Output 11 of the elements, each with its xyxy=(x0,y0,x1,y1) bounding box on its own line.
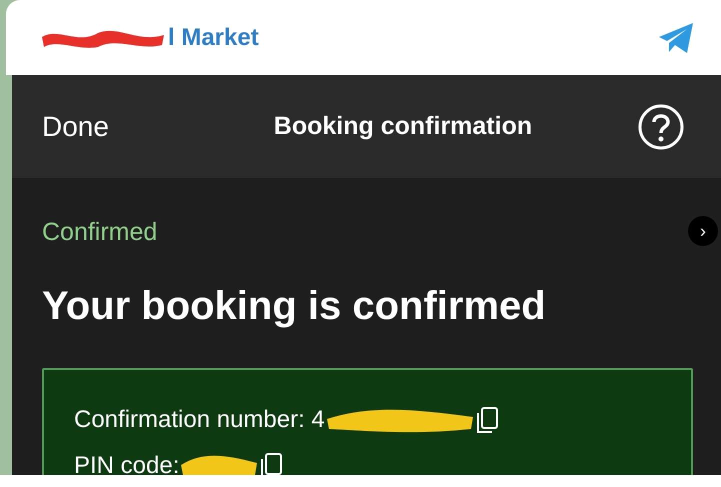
headline: Your booking is confirmed xyxy=(42,282,547,330)
nav-title: Booking confirmation xyxy=(274,110,532,142)
help-icon[interactable] xyxy=(636,102,685,150)
chat-title: l Market xyxy=(168,22,259,52)
status-label: Confirmed xyxy=(42,217,158,248)
copy-icon[interactable] xyxy=(259,452,284,475)
copy-icon[interactable] xyxy=(474,406,499,434)
detail-label: Confirmation number: 4 xyxy=(74,404,325,434)
send-icon[interactable] xyxy=(657,20,695,54)
done-button[interactable]: Done xyxy=(42,106,109,148)
detail-label: PIN code: xyxy=(74,450,180,475)
